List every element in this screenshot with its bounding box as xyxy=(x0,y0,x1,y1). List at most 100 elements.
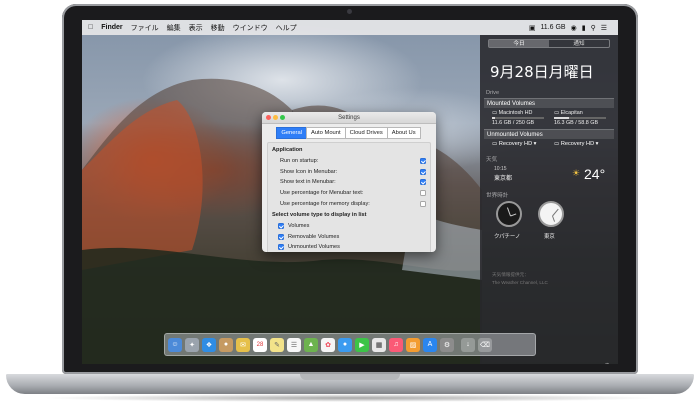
photos-icon[interactable]: ✿ xyxy=(321,337,335,352)
application-header: Application xyxy=(272,147,303,153)
reminders-icon[interactable]: ☰ xyxy=(287,337,301,352)
menu-view[interactable]: 表示 xyxy=(189,23,203,33)
unmounted-volumes-checkbox[interactable] xyxy=(278,244,284,251)
option-label: Run on startup: xyxy=(280,158,319,165)
tab-about-us[interactable]: About Us xyxy=(386,127,421,139)
option-label: Show Icon in Menubar: xyxy=(280,168,338,175)
option-row: Show Icon in Menubar: xyxy=(272,167,426,178)
finder-icon[interactable]: ☺ xyxy=(168,337,182,352)
mail-icon[interactable]: ✉ xyxy=(236,337,250,352)
drive-icon: ▭ xyxy=(554,110,560,116)
tab-today[interactable]: 今日 xyxy=(489,40,549,47)
itunes-icon[interactable]: ♫ xyxy=(389,337,403,352)
maps-icon[interactable]: ▲ xyxy=(304,337,318,352)
drive-icon: ▭ xyxy=(554,141,561,147)
downloads-stack-icon[interactable]: ↓ xyxy=(461,337,475,352)
tab-general[interactable]: General xyxy=(276,127,307,139)
contacts-icon[interactable]: ● xyxy=(219,337,233,352)
messages-icon[interactable]: ● xyxy=(338,337,352,352)
ibooks-icon[interactable]: ▨ xyxy=(406,337,420,352)
show-icon-checkbox[interactable] xyxy=(420,168,426,175)
apple-icon[interactable]:  xyxy=(88,24,93,31)
volume-type-row: Unmounted Volumes xyxy=(272,242,426,252)
show-text-checkbox[interactable] xyxy=(420,179,426,186)
weather-source-line: The Weather Channel, LLC xyxy=(492,280,548,285)
option-row: Show text in Menubar: xyxy=(272,177,426,188)
general-pane: Application Run on startup: Show Icon in… xyxy=(267,142,431,252)
laptop-photo:  Finder ファイル 編集 表示 移動 ウインドウ ヘルプ ▣ 11.6 … xyxy=(0,0,700,410)
volume-usage-meter xyxy=(554,117,606,119)
search-icon[interactable]: ⚲ xyxy=(591,24,596,32)
volume-name: Macintosh HD xyxy=(498,110,533,116)
menu-edit[interactable]: 編集 xyxy=(167,23,181,33)
removable-volumes-checkbox[interactable] xyxy=(278,233,284,240)
menu-go[interactable]: 移動 xyxy=(211,23,225,33)
unmounted-volume-item[interactable]: ▭ Recovery HD ▾ xyxy=(554,141,598,147)
drive-status-text[interactable]: 11.6 GB xyxy=(540,24,565,31)
chevron-down-icon[interactable]: ▾ xyxy=(594,141,599,147)
notes-icon[interactable]: ✎ xyxy=(270,337,284,352)
volume-item[interactable]: ▭ Elcapitan 16.3 GB / 58.8 GB xyxy=(554,110,606,126)
volume-item[interactable]: ▭ Macintosh HD 11.6 GB / 250 GB xyxy=(492,110,544,126)
settings-gear-icon[interactable]: ⚙ xyxy=(604,362,610,364)
launchpad-icon[interactable]: ✦ xyxy=(185,337,199,352)
world-clock-label: 世界時計 xyxy=(486,193,509,199)
tab-notifications[interactable]: 通知 xyxy=(549,40,609,47)
camera xyxy=(347,9,352,14)
run-on-startup-checkbox[interactable] xyxy=(420,158,426,165)
memory-percentage-checkbox[interactable] xyxy=(420,200,426,207)
volume-type-row: Volumes xyxy=(272,221,426,232)
unmounted-volume-name: Recovery HD xyxy=(560,141,595,147)
tab-auto-mount[interactable]: Auto Mount xyxy=(305,127,346,139)
zoom-button[interactable] xyxy=(280,115,285,120)
laptop-shadow xyxy=(40,394,660,402)
option-row: Use percentage for memory display: xyxy=(272,198,426,209)
facetime-icon[interactable]: ▶ xyxy=(355,337,369,352)
drive-icon: ▭ xyxy=(492,110,498,116)
safari-icon[interactable]: ❖ xyxy=(202,337,216,352)
volume-type-row: Removable Volumes xyxy=(272,232,426,243)
unmounted-volume-item[interactable]: ▭ Recovery HD ▾ xyxy=(492,141,536,147)
menu-window[interactable]: ウインドウ xyxy=(233,23,268,33)
menu-file[interactable]: ファイル xyxy=(131,23,159,33)
weather-city: 東京都 xyxy=(494,176,513,182)
nc-segmented-control: 今日 通知 xyxy=(488,39,610,48)
volume-usage-fill xyxy=(554,117,569,119)
volume-type-label: Volumes xyxy=(288,223,310,230)
weather-widget-label: 天気 xyxy=(486,157,498,163)
nc-date: 9月28日月曜日 xyxy=(490,63,594,81)
minimize-button[interactable] xyxy=(273,115,278,120)
menu-help[interactable]: ヘルプ xyxy=(276,23,297,33)
notification-center-icon[interactable]: ☰ xyxy=(601,24,607,32)
window-titlebar[interactable]: Settings xyxy=(262,112,436,124)
clock-tokyo-icon xyxy=(538,201,564,227)
chevron-down-icon[interactable]: ▾ xyxy=(532,141,537,147)
tab-cloud-drives[interactable]: Cloud Drives xyxy=(344,127,388,139)
close-button[interactable] xyxy=(266,115,271,120)
clock-cupertino-icon xyxy=(496,201,522,227)
menubar-percentage-checkbox[interactable] xyxy=(420,190,426,197)
system-preferences-icon[interactable]: ⚙ xyxy=(440,337,454,352)
app-store-icon[interactable]: A xyxy=(423,337,437,352)
unmounted-volume-name: Recovery HD xyxy=(498,141,533,147)
battery-icon[interactable]: ▮ xyxy=(582,24,586,32)
wifi-icon[interactable]: ◉ xyxy=(571,24,577,32)
mounted-volumes-header: Mounted Volumes xyxy=(484,98,614,108)
volume-usage-meter xyxy=(492,117,544,119)
calendar-icon[interactable]: 28 xyxy=(253,337,267,352)
trash-icon[interactable]: ⌫ xyxy=(478,337,492,352)
drive-widget-label: Drive xyxy=(486,90,500,96)
menubar-app-name[interactable]: Finder xyxy=(101,24,122,31)
volume-type-label: Unmounted Volumes xyxy=(288,244,340,251)
numbers-icon[interactable]: ▦ xyxy=(372,337,386,352)
drive-status-icon[interactable]: ▣ xyxy=(529,24,536,32)
volumes-checkbox[interactable] xyxy=(278,223,284,230)
volume-type-label: Removable Volumes xyxy=(288,233,340,240)
weather-source-line: 天気情報提供元： xyxy=(492,272,529,277)
menubar:  Finder ファイル 編集 表示 移動 ウインドウ ヘルプ ▣ 11.6 … xyxy=(82,20,618,35)
option-label: Use percentage for Menubar text: xyxy=(280,190,364,197)
dock: ☺ ✦ ❖ ● ✉ 28 ✎ ☰ ▲ ✿ ● ▶ ▦ ♫ ▨ A ⚙ ↓ ⌫ xyxy=(164,333,536,356)
weather-time: 10:15 xyxy=(494,166,507,172)
laptop-notch xyxy=(300,374,400,380)
clock-city-name: 東京 xyxy=(544,234,555,240)
